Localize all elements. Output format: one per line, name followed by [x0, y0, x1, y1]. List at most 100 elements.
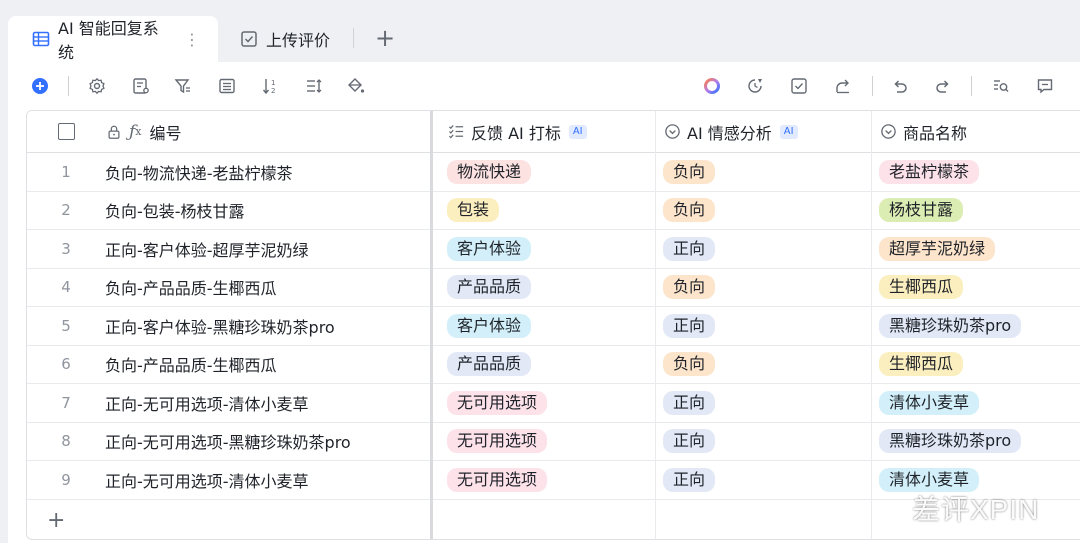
form-icon	[240, 30, 258, 48]
table-row[interactable]: 3 正向-客户体验-超厚芋泥奶绿 客户体验 正向 超厚芋泥奶绿	[27, 230, 1080, 269]
code-cell[interactable]: 负向-包装-杨枝甘露	[105, 192, 435, 230]
feedback-cell[interactable]: 客户体验	[439, 230, 655, 268]
row-number: 1	[27, 153, 105, 191]
select-all-cell[interactable]	[27, 111, 105, 152]
code-cell[interactable]: 负向-产品品质-生椰西瓜	[105, 346, 435, 384]
sort-icon[interactable]: 12	[261, 76, 281, 96]
code-cell[interactable]: 正向-无可用选项-黑糖珍珠奶茶pro	[105, 423, 435, 461]
table-row[interactable]: 6 负向-产品品质-生椰西瓜 产品品质 负向 生椰西瓜	[27, 346, 1080, 384]
code-cell[interactable]: 正向-无可用选项-清体小麦草	[105, 384, 435, 422]
feedback-cell[interactable]: 产品品质	[439, 346, 655, 384]
table-panel: 12 ƒ x 编号 反馈 AI 打标 AI AI 情感分析 AI 商品名称 1 …	[8, 62, 1080, 543]
feedback-tag: 无可用选项	[447, 467, 548, 492]
column-header-product[interactable]: 商品名称	[871, 111, 1080, 152]
table-row[interactable]: 8 正向-无可用选项-黑糖珍珠奶茶pro 无可用选项 正向 黑糖珍珠奶茶pro	[27, 423, 1080, 461]
sentiment-cell[interactable]: 正向	[655, 307, 871, 345]
product-cell[interactable]: 杨枝甘露	[871, 192, 1080, 230]
product-cell[interactable]: 超厚芋泥奶绿	[871, 230, 1080, 268]
sentiment-cell[interactable]: 负向	[655, 192, 871, 230]
sentiment-cell[interactable]: 正向	[655, 384, 871, 422]
sentiment-cell[interactable]: 负向	[655, 269, 871, 307]
tab-upload-review[interactable]: 上传评价	[240, 16, 330, 62]
feedback-cell[interactable]: 无可用选项	[439, 461, 655, 499]
freeze-divider[interactable]	[430, 111, 433, 539]
sentiment-tag: 正向	[663, 467, 716, 492]
feedback-cell[interactable]: 客户体验	[439, 307, 655, 345]
feedback-tag: 物流快递	[447, 159, 532, 184]
select-all-checkbox[interactable]	[57, 123, 75, 140]
row-height-icon[interactable]	[304, 76, 324, 96]
ai-badge: AI	[779, 124, 798, 139]
code-cell[interactable]: 正向-客户体验-黑糖珍珠奶茶pro	[105, 307, 435, 345]
fill-color-icon[interactable]	[346, 76, 366, 96]
product-tag: 生椰西瓜	[879, 352, 964, 377]
row-number: 3	[27, 230, 105, 268]
comment-icon[interactable]	[1035, 76, 1055, 96]
sentiment-cell[interactable]: 负向	[655, 346, 871, 384]
undo-icon[interactable]	[890, 76, 910, 96]
feedback-tag: 包装	[447, 198, 500, 223]
table-row[interactable]: 4 负向-产品品质-生椰西瓜 产品品质 负向 生椰西瓜	[27, 269, 1080, 307]
share-icon[interactable]	[833, 76, 853, 96]
table-row[interactable]: 5 正向-客户体验-黑糖珍珠奶茶pro 客户体验 正向 黑糖珍珠奶茶pro	[27, 307, 1080, 346]
row-number-text: 1	[61, 162, 71, 181]
feedback-cell[interactable]: 无可用选项	[439, 384, 655, 422]
product-cell[interactable]: 老盐柠檬茶	[871, 153, 1080, 191]
ai-assistant-icon[interactable]	[702, 76, 722, 96]
code-text: 负向-产品品质-生椰西瓜	[105, 356, 277, 376]
table-row[interactable]: 2 负向-包装-杨枝甘露 包装 负向 杨枝甘露	[27, 192, 1080, 230]
row-number: 4	[27, 269, 105, 307]
add-tab-icon[interactable]: +	[375, 24, 395, 52]
feedback-cell[interactable]: 物流快递	[439, 153, 655, 191]
table-row[interactable]: 7 正向-无可用选项-清体小麦草 无可用选项 正向 清体小麦草	[27, 384, 1080, 423]
sentiment-cell[interactable]: 正向	[655, 423, 871, 461]
toolbar-divider	[971, 76, 972, 96]
code-cell[interactable]: 正向-无可用选项-清体小麦草	[105, 461, 435, 499]
sentiment-tag: 正向	[663, 236, 716, 261]
tab-ai-reply-system[interactable]: AI 智能回复系统 ⋮	[8, 16, 218, 62]
feedback-cell[interactable]: 无可用选项	[439, 423, 655, 461]
feedback-cell[interactable]: 包装	[439, 192, 655, 230]
svg-text:2: 2	[271, 87, 275, 95]
product-cell[interactable]: 生椰西瓜	[871, 269, 1080, 307]
row-number: 2	[27, 192, 105, 230]
tab-label: AI 智能回复系统	[58, 19, 159, 62]
checklist-icon[interactable]	[789, 76, 809, 96]
sentiment-cell[interactable]: 正向	[655, 461, 871, 499]
more-vertical-icon[interactable]: ⋮	[184, 30, 200, 49]
field-settings-icon[interactable]	[131, 76, 151, 96]
tab-bar: AI 智能回复系统 ⋮ 上传评价 +	[0, 0, 1080, 62]
redo-icon[interactable]	[933, 76, 953, 96]
sentiment-cell[interactable]: 负向	[655, 153, 871, 191]
ai-badge: AI	[568, 124, 587, 139]
feedback-cell[interactable]: 产品品质	[439, 269, 655, 307]
column-header-code[interactable]: ƒx 编号	[105, 111, 435, 152]
table-row[interactable]: 1 负向-物流快递-老盐柠檬茶 物流快递 负向 老盐柠檬茶	[27, 153, 1080, 192]
column-header-sentiment[interactable]: AI 情感分析 AI	[655, 111, 871, 152]
product-cell[interactable]: 黑糖珍珠奶茶pro	[871, 307, 1080, 345]
search-icon[interactable]	[991, 76, 1011, 96]
column-header-feedback[interactable]: 反馈 AI 打标 AI	[439, 111, 655, 152]
sentiment-cell[interactable]: 正向	[655, 230, 871, 268]
settings-icon[interactable]	[87, 76, 107, 96]
code-cell[interactable]: 正向-客户体验-超厚芋泥奶绿	[105, 230, 435, 268]
row-number-text: 7	[61, 393, 71, 412]
automation-icon[interactable]	[745, 76, 765, 96]
code-cell[interactable]: 负向-物流快递-老盐柠檬茶	[105, 153, 435, 191]
product-cell[interactable]: 黑糖珍珠奶茶pro	[871, 423, 1080, 461]
product-tag: 黑糖珍珠奶茶pro	[879, 313, 1022, 338]
column-divider	[655, 111, 656, 539]
filter-icon[interactable]	[173, 76, 193, 96]
code-cell[interactable]: 负向-产品品质-生椰西瓜	[105, 269, 435, 307]
feedback-tag: 产品品质	[447, 352, 532, 377]
sentiment-tag: 负向	[663, 352, 716, 377]
row-number-text: 3	[61, 239, 71, 258]
group-icon[interactable]	[217, 76, 237, 96]
code-text: 负向-包装-杨枝甘露	[105, 202, 245, 222]
sentiment-tag: 正向	[663, 313, 716, 338]
product-cell[interactable]: 生椰西瓜	[871, 346, 1080, 384]
code-text: 正向-无可用选项-清体小麦草	[105, 394, 309, 414]
row-number-text: 9	[61, 470, 71, 489]
add-record-icon[interactable]	[30, 76, 50, 96]
product-cell[interactable]: 清体小麦草	[871, 384, 1080, 422]
